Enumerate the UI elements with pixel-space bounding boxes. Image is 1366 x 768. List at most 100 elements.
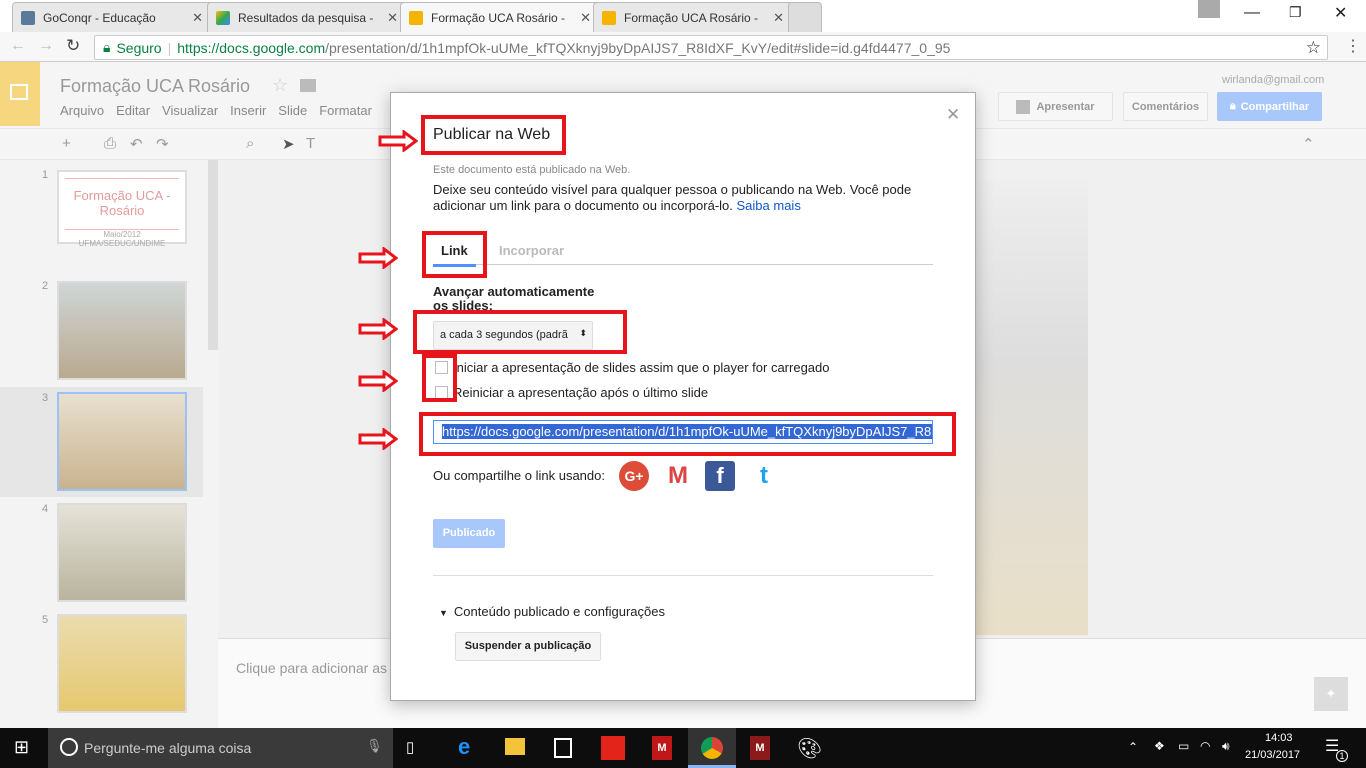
forward-icon[interactable]: →	[38, 37, 54, 55]
learn-more-link[interactable]: Saiba mais	[737, 198, 801, 213]
chrome-taskbar-button[interactable]	[688, 728, 736, 768]
file-explorer-icon[interactable]	[505, 738, 525, 755]
cortana-search[interactable]: Pergunte-me alguma coisa 🎙︎	[48, 728, 393, 768]
close-icon[interactable]: ✕	[387, 10, 398, 26]
menu-visualizar[interactable]: Visualizar	[162, 103, 218, 118]
zoom-icon[interactable]: ⌕	[246, 135, 254, 152]
lock-icon: 🔒︎	[1229, 100, 1236, 112]
published-settings-toggle[interactable]: ▼ Conteúdo publicado e configurações	[439, 604, 665, 619]
browser-tab[interactable]: GoConqr - Educação ✕	[12, 2, 212, 32]
url-path: /presentation/d/1h1mpfOk-uUMe_kfTQXknyj9…	[325, 39, 951, 56]
comments-button[interactable]: Comentários	[1123, 92, 1208, 121]
goconqr-icon	[21, 10, 35, 25]
restore-icon[interactable]: ❐	[1289, 4, 1302, 21]
microphone-icon[interactable]: 🎙︎	[366, 738, 383, 754]
close-icon[interactable]: ✕	[192, 10, 203, 26]
browser-tab[interactable]: Resultados da pesquisa - ✕	[207, 2, 407, 32]
start-on-load-label: Iniciar a apresentação de slides assim q…	[453, 360, 830, 375]
close-window-icon[interactable]: ✕	[1334, 3, 1347, 23]
published-button[interactable]: Publicado	[433, 519, 505, 548]
account-email[interactable]: wirlanda@gmail.com	[1222, 74, 1324, 86]
undo-icon[interactable]: ↶	[130, 135, 143, 153]
menu-slide[interactable]: Slide	[278, 103, 307, 118]
menu-formatar[interactable]: Formatar	[319, 103, 372, 118]
menu-bar: Arquivo Editar Visualizar Inserir Slide Forma…	[60, 103, 384, 118]
folder-icon[interactable]	[300, 79, 316, 92]
menu-inserir[interactable]: Inserir	[230, 103, 266, 118]
star-icon[interactable]: ☆	[272, 75, 288, 96]
tab-bar: GoConqr - Educação ✕ Resultados da pesqui…	[0, 0, 1366, 32]
task-view-icon[interactable]: ▯	[406, 738, 414, 756]
textbox-icon[interactable]: T	[306, 135, 315, 152]
edge-icon[interactable]: e	[458, 734, 470, 760]
annotation-box	[422, 354, 457, 402]
filmstrip-scrollbar[interactable]	[208, 160, 218, 350]
slide-thumbnail-selected[interactable]	[57, 392, 187, 491]
url-host: https://docs.google.com	[177, 39, 326, 56]
browser-tab[interactable]: Formação UCA Rosário - ✕	[593, 2, 793, 32]
google-plus-icon[interactable]: G+	[619, 461, 649, 491]
new-tab-button[interactable]	[788, 2, 822, 32]
clock-time[interactable]: 14:03	[1265, 732, 1293, 744]
gmail-icon[interactable]: M	[663, 461, 693, 491]
facebook-icon[interactable]: f	[705, 461, 735, 491]
battery-icon[interactable]: ▭	[1178, 739, 1189, 753]
lock-icon: 🔒︎	[103, 39, 111, 55]
close-icon[interactable]: ✕	[946, 105, 960, 125]
url-input[interactable]: 🔒︎ Seguro | https://docs.google.com/pres…	[94, 35, 1328, 60]
annotation-arrow-icon	[358, 428, 398, 450]
share-button[interactable]: 🔒︎ Compartilhar	[1217, 92, 1322, 121]
suspend-publishing-button[interactable]: Suspender a publicação	[455, 632, 601, 661]
clock-date[interactable]: 21/03/2017	[1245, 749, 1300, 761]
explore-icon[interactable]: ✦	[1314, 677, 1348, 711]
slides-logo[interactable]	[0, 62, 40, 126]
menu-arquivo[interactable]: Arquivo	[60, 103, 104, 118]
share-via-label: Ou compartilhe o link usando:	[433, 468, 605, 483]
present-button[interactable]: Apresentar	[998, 92, 1113, 121]
profile-icon[interactable]	[1198, 0, 1220, 18]
menu-dots-icon[interactable]: ⋮	[1345, 36, 1361, 56]
dialog-description: Deixe seu conteúdo visível para qualquer…	[433, 182, 912, 213]
slide-thumbnail[interactable]	[57, 614, 187, 713]
redo-icon[interactable]: ↷	[156, 135, 169, 153]
bookmark-star-icon[interactable]: ☆	[1306, 38, 1321, 58]
slide-thumbnail[interactable]	[57, 503, 187, 602]
tab-embed[interactable]: Incorporar	[499, 243, 564, 258]
collapse-icon[interactable]: ⌃	[1302, 135, 1315, 153]
reload-icon[interactable]: ↻	[66, 36, 80, 56]
close-icon[interactable]: ✕	[580, 10, 591, 26]
paint-icon[interactable]: 🎨︎	[797, 736, 822, 761]
annotation-arrow-icon	[358, 247, 398, 269]
dropbox-icon[interactable]: ❖	[1154, 739, 1165, 753]
browser-tab-active[interactable]: Formação UCA Rosário - ✕	[400, 2, 600, 32]
minimize-icon[interactable]: —	[1244, 4, 1260, 22]
new-slide-icon[interactable]: +	[62, 135, 71, 152]
print-icon[interactable]: ⎙	[104, 135, 116, 152]
app-icon[interactable]	[601, 736, 625, 760]
drive-icon	[216, 10, 230, 25]
slide-thumbnail[interactable]: Formação UCA - Rosário Maio/2012 UFMA/SE…	[57, 170, 187, 248]
restart-label: Reiniciar a apresentação após o último s…	[453, 385, 709, 400]
wifi-icon[interactable]: ◠	[1200, 739, 1210, 753]
windows-start-icon[interactable]: ⊞	[14, 737, 29, 758]
slide-thumbnail[interactable]	[57, 281, 187, 380]
mcafee-icon[interactable]: M	[652, 736, 672, 760]
publish-dialog: ✕ Publicar na Web Este documento está pu…	[390, 92, 976, 701]
slide-filmstrip: 1 Formação UCA - Rosário Maio/2012 UFMA/…	[0, 160, 218, 728]
tray-chevron-icon[interactable]: ⌃	[1128, 740, 1138, 754]
close-icon[interactable]: ✕	[773, 10, 784, 26]
slide-image[interactable]	[973, 180, 1088, 635]
volume-icon[interactable]: 🔊︎	[1222, 739, 1230, 754]
select-icon[interactable]: ➤	[282, 135, 295, 153]
annotation-box	[419, 412, 956, 456]
back-icon[interactable]: ←	[10, 37, 26, 55]
document-title[interactable]: Formação UCA Rosário	[60, 76, 250, 97]
annotation-box	[422, 231, 487, 278]
store-icon[interactable]	[554, 738, 572, 758]
mcafee-icon[interactable]: M	[750, 736, 770, 760]
cortana-icon	[60, 738, 78, 756]
twitter-icon[interactable]: t	[749, 461, 779, 491]
annotation-box	[413, 310, 627, 354]
menu-editar[interactable]: Editar	[116, 103, 150, 118]
annotation-arrow-icon	[358, 318, 398, 340]
